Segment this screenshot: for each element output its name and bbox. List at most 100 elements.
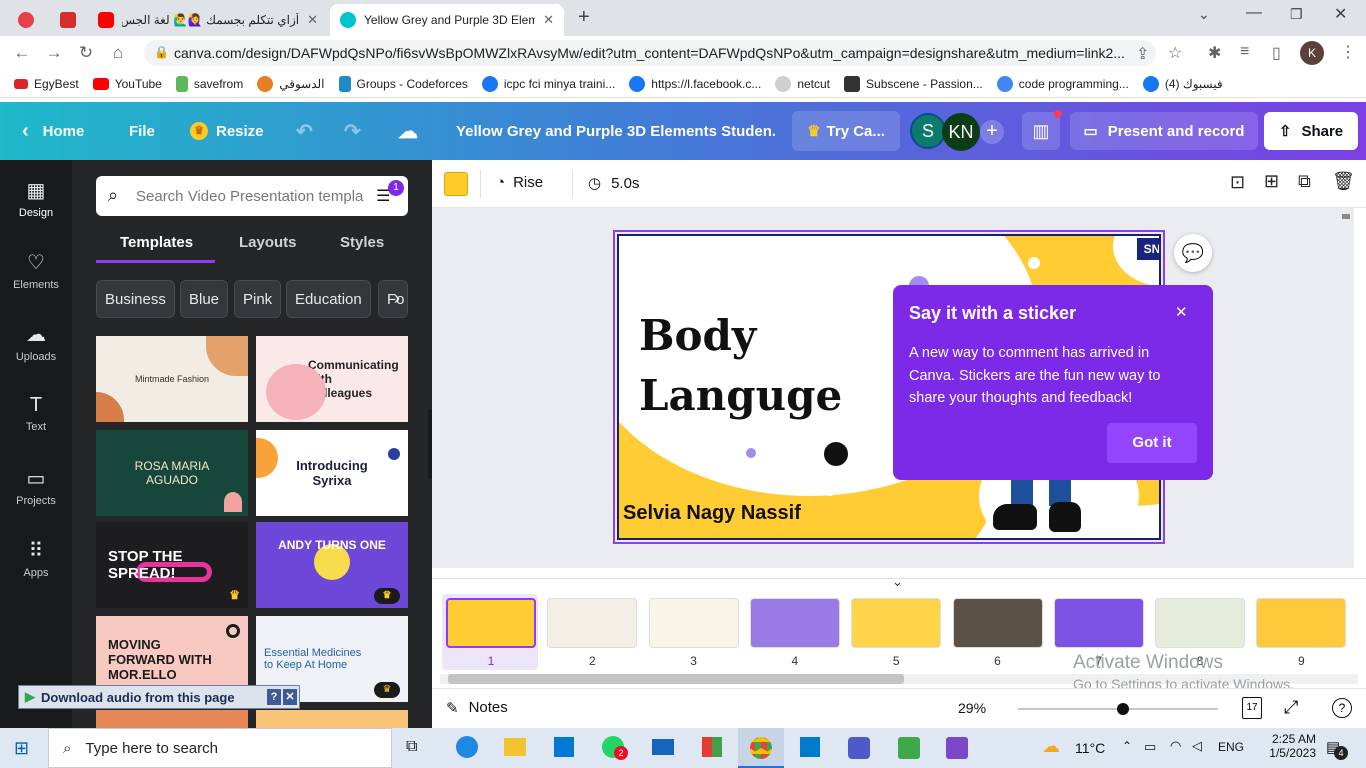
reload-icon[interactable]: ↻ bbox=[70, 43, 102, 63]
new-tab-icon[interactable]: + bbox=[578, 6, 590, 29]
rail-apps[interactable]: ⠿ Apps bbox=[0, 538, 72, 579]
page-thumbnail[interactable] bbox=[446, 598, 536, 648]
office-icon[interactable] bbox=[702, 737, 722, 757]
delete-page-icon[interactable]: 🗑 bbox=[1332, 171, 1355, 192]
vscode-icon[interactable] bbox=[800, 737, 820, 757]
language-indicator[interactable]: ENG bbox=[1218, 740, 1244, 754]
redo-icon[interactable]: ↷ bbox=[344, 102, 361, 160]
tab-layouts[interactable]: Layouts bbox=[239, 234, 297, 251]
bookmark-item[interactable]: icpc fci minya traini... bbox=[481, 75, 615, 92]
filter-chip[interactable]: Education bbox=[286, 280, 371, 318]
filter-chip[interactable]: Pink bbox=[234, 280, 282, 318]
template-thumbnail[interactable] bbox=[256, 710, 408, 728]
extensions-icon[interactable]: ✱ bbox=[1208, 43, 1221, 63]
rail-text[interactable]: T Text bbox=[0, 394, 72, 433]
bookmark-item[interactable]: code programming... bbox=[996, 75, 1129, 92]
edge-icon[interactable] bbox=[456, 736, 478, 758]
template-thumbnail[interactable]: Mintmade Fashion bbox=[96, 336, 248, 422]
collaborator-avatar[interactable]: KN bbox=[942, 113, 980, 151]
filter-chip[interactable]: Blue bbox=[180, 280, 229, 318]
back-icon[interactable]: ← bbox=[6, 43, 38, 63]
tab-styles[interactable]: Styles bbox=[340, 234, 384, 251]
file-menu-button[interactable]: File bbox=[129, 102, 155, 160]
page-thumbnail[interactable] bbox=[851, 598, 942, 648]
animation-button[interactable]: ◔ Rise bbox=[496, 174, 543, 191]
close-window-icon[interactable]: ✕ bbox=[1334, 4, 1347, 24]
rail-elements[interactable]: ♡ Elements bbox=[0, 250, 72, 291]
side-panel-icon[interactable]: ▯ bbox=[1272, 43, 1281, 63]
weather-temp[interactable]: 11°C bbox=[1075, 740, 1105, 756]
collaborator-avatar[interactable]: S bbox=[910, 113, 946, 149]
tab-search-chevron-icon[interactable]: ⌄ bbox=[1198, 6, 1210, 23]
fullscreen-icon[interactable]: ⤢ bbox=[1284, 697, 1298, 718]
share-button[interactable]: ⇧ Share bbox=[1264, 112, 1358, 150]
profile-avatar[interactable]: K bbox=[1300, 41, 1324, 65]
bookmark-item[interactable]: الدسوقي bbox=[257, 75, 325, 92]
add-page-icon[interactable]: ⊞ bbox=[1264, 171, 1279, 192]
visual-studio-icon[interactable] bbox=[946, 737, 968, 759]
tray-chevron-icon[interactable]: ⌃ bbox=[1122, 739, 1132, 753]
add-collaborator-icon[interactable]: + bbox=[980, 120, 1004, 144]
duplicate-page-icon[interactable]: ⧉ bbox=[1298, 171, 1311, 192]
clock[interactable]: 2:25 AM 1/5/2023 bbox=[1258, 732, 1316, 760]
present-and-record-button[interactable]: ▭ Present and record bbox=[1054, 110, 1258, 150]
page-thumbnail[interactable] bbox=[952, 598, 1043, 648]
bookmark-item[interactable]: https://l.facebook.c... bbox=[629, 75, 761, 92]
try-pro-button[interactable]: ♛ Try Ca... bbox=[792, 111, 900, 151]
forward-icon[interactable]: → bbox=[38, 43, 70, 63]
rail-uploads[interactable]: ☁ Uploads bbox=[0, 322, 72, 363]
zoom-value[interactable]: 29% bbox=[958, 700, 986, 716]
close-icon[interactable]: ✕ bbox=[1175, 303, 1188, 321]
help-icon[interactable]: ? bbox=[1332, 698, 1352, 718]
color-swatch[interactable] bbox=[444, 172, 468, 196]
notes-button[interactable]: ✎ Notes bbox=[446, 699, 508, 717]
scrollbar-thumb[interactable] bbox=[448, 674, 904, 684]
taskbar-search-input[interactable]: ⌕ Type here to search bbox=[48, 728, 392, 768]
template-thumbnail[interactable]: Introducing Syrixa bbox=[256, 430, 408, 516]
browser-tab-2[interactable] bbox=[50, 4, 86, 36]
close-icon[interactable]: ✕ bbox=[283, 689, 297, 705]
bookmark-item[interactable]: savefrom bbox=[175, 75, 243, 92]
browser-tab-active[interactable]: Yellow Grey and Purple 3D Eleme ✕ bbox=[330, 4, 564, 36]
browser-tab-1[interactable] bbox=[8, 4, 48, 36]
cloud-saved-icon[interactable]: ☁ bbox=[398, 102, 418, 160]
page-thumbnail[interactable] bbox=[547, 598, 638, 648]
undo-icon[interactable]: ↶ bbox=[296, 102, 313, 160]
app-icon[interactable] bbox=[898, 737, 920, 759]
bookmark-item[interactable]: EgyBest bbox=[14, 77, 79, 91]
template-thumbnail[interactable]: STOP THE SPREAD! ♛ bbox=[96, 522, 248, 608]
task-view-icon[interactable]: ⧉ bbox=[406, 738, 417, 756]
close-tab-icon[interactable]: ✕ bbox=[307, 12, 318, 28]
author-name[interactable]: Selvia Nagy Nassif bbox=[623, 502, 801, 525]
windows-start-icon[interactable]: ⊞ bbox=[14, 738, 29, 759]
page-thumbnail[interactable] bbox=[1053, 598, 1144, 648]
url-field[interactable]: 🔒 canva.com/design/DAFWpdQsNPo/fi6svWsBp… bbox=[144, 40, 1156, 66]
tab-templates[interactable]: Templates bbox=[120, 234, 193, 251]
page-thumbnail[interactable] bbox=[1155, 598, 1246, 648]
share-page-icon[interactable]: ⇪ bbox=[1136, 44, 1149, 64]
page-count-button[interactable]: 17 bbox=[1242, 697, 1262, 719]
bookmark-item[interactable]: فيسبوك (4) bbox=[1142, 75, 1223, 92]
page-thumbnail[interactable] bbox=[1256, 598, 1347, 648]
scroll-arrow-icon[interactable] bbox=[1342, 214, 1350, 222]
help-icon[interactable]: ? bbox=[267, 689, 281, 705]
page-thumbnail[interactable] bbox=[648, 598, 739, 648]
slide-title[interactable]: Body Languge bbox=[639, 306, 842, 426]
store-icon[interactable] bbox=[554, 737, 574, 757]
template-thumbnail[interactable]: Communicating with Colleagues bbox=[256, 336, 408, 422]
bookmark-item[interactable]: Groups - Codeforces bbox=[338, 75, 468, 92]
bookmark-item[interactable]: netcut bbox=[775, 75, 830, 92]
close-tab-icon[interactable]: ✕ bbox=[543, 12, 554, 28]
wifi-icon[interactable]: ◠ bbox=[1170, 738, 1181, 754]
template-thumbnail[interactable]: ROSA MARIA AGUADO bbox=[96, 430, 248, 516]
media-icon[interactable]: ≡ bbox=[1240, 43, 1249, 61]
minimize-icon[interactable]: — bbox=[1246, 4, 1262, 22]
design-title[interactable]: Yellow Grey and Purple 3D Elements Stude… bbox=[456, 102, 776, 160]
template-thumbnail[interactable]: ANDY TURNS ONE ♛ bbox=[256, 522, 408, 608]
filter-chip[interactable]: Fo bbox=[378, 280, 408, 318]
teams-icon[interactable] bbox=[848, 737, 870, 759]
template-thumbnail[interactable] bbox=[96, 710, 248, 728]
resize-button[interactable]: ♛ Resize bbox=[190, 102, 264, 160]
bookmark-item[interactable]: Subscene - Passion... bbox=[844, 75, 983, 92]
chevron-right-icon[interactable]: › bbox=[394, 288, 400, 309]
